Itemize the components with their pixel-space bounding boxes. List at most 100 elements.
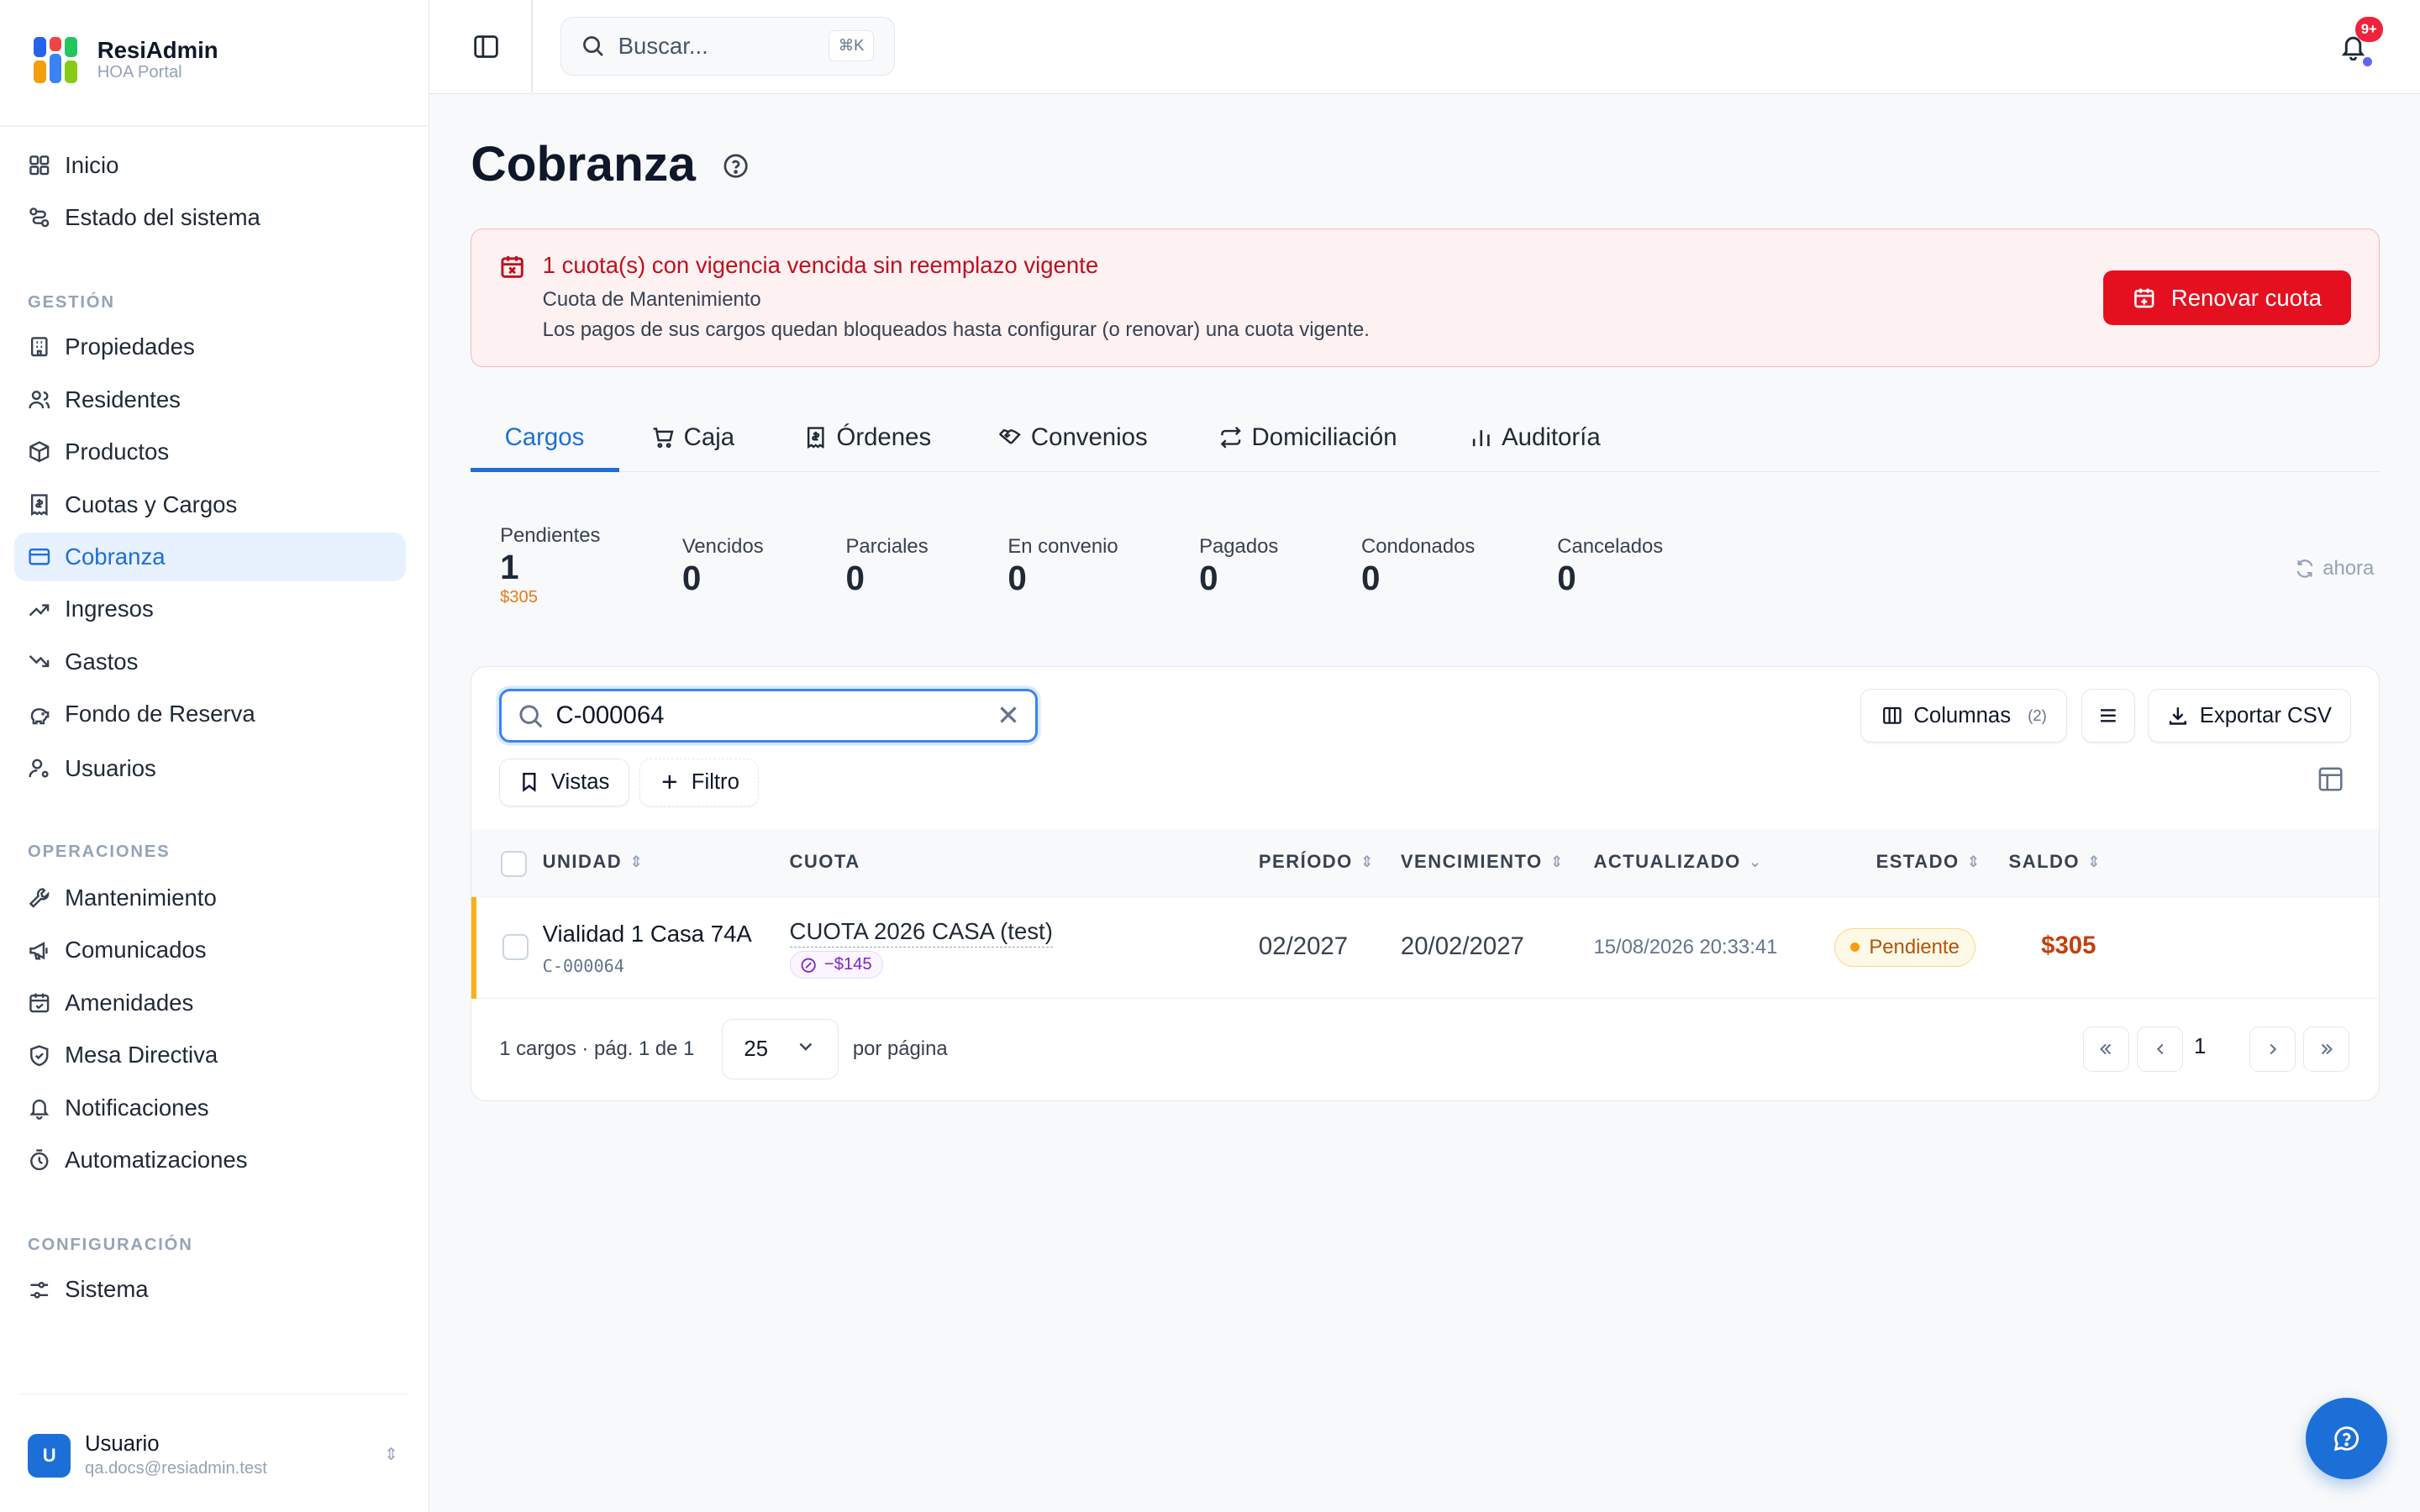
- header-label: VENCIMIENTO: [1400, 851, 1543, 872]
- column-header-actualizado[interactable]: ACTUALIZADO ⌄: [1593, 851, 1762, 873]
- sidebar-item-automatizaciones[interactable]: Automatizaciones: [14, 1136, 407, 1185]
- sidebar-item-sistema[interactable]: Sistema: [14, 1265, 407, 1315]
- sidebar-item-mantenimiento[interactable]: Mantenimiento: [14, 874, 407, 923]
- columns-button[interactable]: Columnas (2): [1860, 689, 2068, 743]
- stat-value: 0: [1360, 559, 1381, 598]
- header-label: UNIDAD: [542, 851, 623, 872]
- export-csv-button[interactable]: Exportar CSV: [2147, 689, 2352, 743]
- status-label: Pendiente: [1869, 935, 1960, 958]
- receipt-icon: [807, 427, 824, 449]
- sort-icon: ⇕: [1966, 853, 1981, 870]
- add-filter-button[interactable]: Filtro: [639, 758, 759, 806]
- sidebar-item-mesa-directiva[interactable]: Mesa Directiva: [14, 1031, 407, 1080]
- bar-chart-icon: [1472, 430, 1490, 447]
- route-icon: [29, 207, 50, 228]
- column-header-saldo[interactable]: SALDO ⇕: [2009, 851, 2102, 873]
- topbar: Buscar... ⌘K 9+: [429, 0, 2420, 95]
- chevrons-up-down-icon: ⇕: [383, 1446, 398, 1465]
- previous-page-button[interactable]: [2136, 1026, 2184, 1072]
- alert-description: Los pagos de sus cargos quedan bloqueado…: [542, 318, 1370, 342]
- first-page-button[interactable]: [2082, 1026, 2129, 1072]
- section-label-gestion: GESTIÓN: [28, 292, 115, 312]
- help-circle-icon[interactable]: [723, 153, 749, 179]
- stat-en-convenio[interactable]: En convenio 0: [1007, 535, 1118, 599]
- menu-lines-icon: [2101, 709, 2116, 722]
- tab-caja[interactable]: Caja: [651, 404, 734, 470]
- plus-icon: [663, 775, 677, 790]
- global-search-input[interactable]: Buscar... ⌘K: [560, 17, 896, 76]
- tab-cargos[interactable]: Cargos: [505, 404, 585, 470]
- tab-auditoria[interactable]: Auditoría: [1470, 404, 1601, 470]
- tab-domiciliacion[interactable]: Domiciliación: [1219, 404, 1397, 470]
- stat-condonados[interactable]: Condonados 0: [1361, 535, 1475, 599]
- select-all-checkbox[interactable]: [501, 851, 528, 878]
- tab-ordenes[interactable]: Órdenes: [804, 404, 931, 470]
- sidebar-item-estado-sistema[interactable]: Estado del sistema: [14, 193, 407, 243]
- stat-label: Vencidos: [681, 535, 764, 559]
- row-checkbox[interactable]: [502, 934, 529, 961]
- notifications-badge: 9+: [2354, 17, 2383, 42]
- sidebar-item-comunicados[interactable]: Comunicados: [14, 926, 407, 975]
- tab-label: Órdenes: [836, 423, 932, 451]
- column-header-estado[interactable]: ESTADO ⇕: [1876, 851, 1981, 873]
- table-row[interactable]: Vialidad 1 Casa 74A C-000064 CUOTA 2026 …: [471, 897, 2380, 1000]
- unit-name: Vialidad 1 Casa 74A: [542, 920, 752, 947]
- last-page-button[interactable]: [2303, 1026, 2350, 1072]
- quota-link[interactable]: CUOTA 2026 CASA (test): [789, 917, 1053, 948]
- charges-search-input[interactable]: C-000064 ✕: [499, 689, 1039, 743]
- sidebar-item-productos[interactable]: Productos: [14, 428, 407, 477]
- active-tab-indicator: [471, 467, 619, 472]
- sidebar-item-cobranza[interactable]: Cobranza: [13, 532, 407, 582]
- tab-label: Cargos: [504, 423, 585, 451]
- next-page-button[interactable]: [2249, 1026, 2296, 1072]
- sidebar-toggle-icon[interactable]: [472, 33, 500, 60]
- layout-panel-icon[interactable]: [2317, 766, 2344, 792]
- stat-pendientes[interactable]: Pendientes 1 $305: [500, 524, 600, 607]
- brand[interactable]: ResiAdmin HOA Portal: [34, 37, 218, 84]
- tab-convenios[interactable]: Convenios: [998, 404, 1148, 470]
- stat-value: 0: [1557, 559, 1576, 598]
- tab-label: Caja: [683, 423, 735, 451]
- stat-parciales[interactable]: Parciales 0: [846, 535, 929, 599]
- tab-label: Domiciliación: [1251, 423, 1397, 451]
- sidebar-item-gastos[interactable]: Gastos: [14, 638, 407, 687]
- column-header-vencimiento[interactable]: VENCIMIENTO ⇕: [1401, 851, 1565, 873]
- stat-cancelados[interactable]: Cancelados 0: [1557, 535, 1663, 599]
- sidebar-item-label: Productos: [65, 438, 170, 465]
- sidebar-item-amenidades[interactable]: Amenidades: [14, 978, 407, 1027]
- sidebar-item-propiedades[interactable]: Propiedades: [14, 323, 407, 372]
- discount-badge: −$145: [789, 951, 884, 979]
- sidebar-item-fondo-reserva[interactable]: Fondo de Reserva: [14, 690, 407, 739]
- renew-quota-button[interactable]: Renovar cuota: [2102, 270, 2352, 325]
- stat-label: Condonados: [1360, 535, 1476, 559]
- clear-search-icon[interactable]: ✕: [997, 699, 1020, 732]
- tab-label: Convenios: [1030, 423, 1148, 451]
- wrench-icon: [29, 888, 50, 908]
- page-title: Cobranza: [471, 136, 696, 192]
- help-chat-icon: [2333, 1426, 2360, 1452]
- help-chat-button[interactable]: [2306, 1398, 2388, 1480]
- density-button[interactable]: [2081, 689, 2136, 743]
- sidebar-item-usuarios[interactable]: Usuarios: [14, 743, 407, 793]
- sidebar-item-label: Fondo de Reserva: [65, 701, 255, 727]
- user-menu[interactable]: U Usuario qa.docs@resiadmin.test ⇕: [28, 1431, 408, 1479]
- sidebar-item-residentes[interactable]: Residentes: [14, 375, 407, 424]
- cart-icon: [653, 428, 674, 449]
- download-icon: [2170, 707, 2187, 726]
- sidebar-item-label: Mesa Directiva: [65, 1042, 218, 1068]
- stat-vencidos[interactable]: Vencidos 0: [682, 535, 764, 599]
- sidebar-item-inicio[interactable]: Inicio: [14, 140, 407, 190]
- balance-cell: $305: [2041, 931, 2096, 959]
- views-label: Vistas: [550, 769, 610, 794]
- views-button[interactable]: Vistas: [499, 758, 629, 806]
- user-cog-icon: [29, 759, 49, 778]
- sidebar-item-ingresos[interactable]: Ingresos: [14, 585, 407, 634]
- chevron-down-icon: [799, 1042, 813, 1051]
- refresh-button[interactable]: ahora: [2295, 557, 2374, 580]
- sidebar-item-cuotas-cargos[interactable]: Cuotas y Cargos: [14, 480, 407, 529]
- stat-pagados[interactable]: Pagados 0: [1199, 535, 1278, 599]
- column-header-unidad[interactable]: UNIDAD ⇕: [543, 851, 644, 873]
- sidebar-item-notificaciones[interactable]: Notificaciones: [14, 1083, 407, 1132]
- per-page-select[interactable]: 25: [721, 1019, 839, 1079]
- column-header-periodo[interactable]: PERÍODO ⇕: [1259, 851, 1375, 873]
